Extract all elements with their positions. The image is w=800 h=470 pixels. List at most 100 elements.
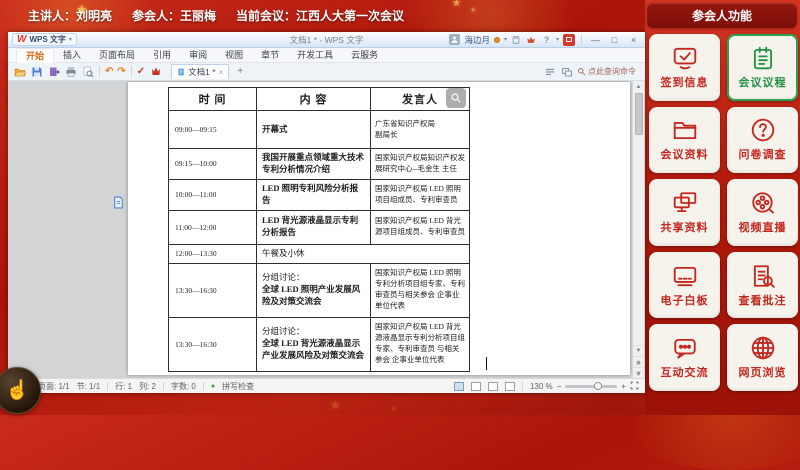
cell-speaker: 国家知识产权局 LED 照明项目组成员、专利审查员 — [371, 179, 470, 210]
menu-tab-6[interactable]: 章节 — [252, 48, 288, 62]
divider — [131, 66, 132, 77]
menu-tab-4[interactable]: 审阅 — [180, 48, 216, 62]
table-row: 09:15—10:00我国开展重点领域重大技术专利分析情况介绍国家知识产权局知识… — [169, 149, 470, 180]
menu-tab-7[interactable]: 开发工具 — [288, 48, 342, 62]
function-button-agenda[interactable]: 会议议程 — [727, 34, 798, 101]
restore-button[interactable]: □ — [607, 33, 622, 46]
web-icon — [750, 335, 776, 361]
vip-crown-icon[interactable] — [526, 34, 537, 45]
zoom-controls: 130 % − + — [530, 381, 639, 392]
chat-icon — [672, 335, 698, 361]
format-check-icon[interactable]: ✓ — [137, 65, 145, 78]
web-view-icon[interactable] — [488, 382, 498, 391]
scroll-up-button[interactable]: ▲ — [633, 81, 644, 92]
share-icon — [672, 190, 698, 216]
header-content: 内 容 — [257, 88, 371, 111]
agenda-table: 时 间 内 容 发言人 09:00—09:15开幕式广东省知识产权局 副局长09… — [168, 87, 470, 372]
agenda-icon — [750, 45, 776, 71]
user-avatar[interactable] — [449, 34, 460, 45]
comment-anchor-icon[interactable] — [112, 196, 125, 209]
participant-grid: 签到信息 会议议程会议资料问卷调查共享资料 视频直播电子白板查看批注互动交流网页浏览 — [649, 34, 798, 391]
zoom-slider[interactable] — [565, 385, 617, 388]
chevron-down-icon[interactable]: ▾ — [504, 36, 507, 43]
participant-label: 参会人：王丽梅 — [132, 7, 216, 24]
undo-icon[interactable]: ↶ — [105, 65, 113, 78]
menu-tab-8[interactable]: 云服务 — [342, 48, 387, 62]
previous-page-button[interactable] — [633, 356, 644, 367]
magnifier-overlay-button[interactable] — [446, 88, 466, 108]
document-tab[interactable]: 文档1 * × — [171, 64, 229, 79]
cell-time: 12:00—13:30 — [169, 244, 257, 263]
fullread-view-icon[interactable] — [505, 382, 515, 391]
participant-functions-header[interactable]: 参会人功能 — [647, 3, 797, 28]
gesture-pointer-button[interactable]: ☝ — [0, 367, 41, 414]
conference-top-bar: 主讲人：刘明亮 参会人：王丽梅 当前会议：江西人大第一次会议 — [0, 0, 646, 30]
fit-page-icon[interactable] — [630, 381, 639, 392]
speaker-label: 主讲人：刘明亮 — [28, 7, 112, 24]
page-count-label: 页面: 1/1 — [38, 381, 70, 392]
function-button-chat[interactable]: 互动交流 — [649, 324, 720, 391]
print-preview-icon[interactable] — [81, 65, 94, 78]
user-name-label[interactable]: 海边月 — [464, 34, 490, 46]
cell-speaker: 国家知识产权局知识产权发展研究中心--毛金生 主任 — [371, 149, 470, 180]
wps-logo-menu[interactable]: W WPS 文字 ▾ — [12, 33, 77, 46]
function-button-whiteboard[interactable]: 电子白板 — [649, 252, 720, 319]
next-page-button[interactable] — [633, 367, 644, 378]
table-row: 13:30—16:30分组讨论：全球 LED 背光源液晶显示产业发展风险及对策交… — [169, 317, 470, 371]
menu-tab-1[interactable]: 插入 — [54, 48, 90, 62]
save-icon[interactable] — [30, 65, 43, 78]
theme-switch-icon[interactable] — [563, 34, 575, 46]
tab-close-icon[interactable]: × — [219, 68, 224, 77]
spellcheck-label[interactable]: 拼写检查 — [222, 381, 254, 392]
header-time: 时 间 — [169, 88, 257, 111]
divider — [581, 35, 582, 45]
scroll-down-button[interactable]: ▼ — [633, 345, 644, 356]
outline-view-icon[interactable] — [471, 382, 481, 391]
help-icon[interactable]: ? — [541, 34, 552, 45]
function-button-label: 签到信息 — [661, 74, 709, 90]
document-tab-label: 文档1 * — [188, 66, 215, 78]
function-button-label: 共享资料 — [661, 219, 709, 235]
chevron-down-icon[interactable]: ▾ — [556, 36, 559, 43]
table-row: 10:00—11:00LED 照明专利风险分析报告国家知识产权局 LED 照明项… — [169, 179, 470, 210]
open-folder-icon[interactable] — [13, 65, 26, 78]
zoom-in-button[interactable]: + — [621, 382, 626, 391]
stamp-icon[interactable] — [149, 65, 162, 78]
function-button-video[interactable]: 视频直播 — [727, 179, 798, 246]
tab-list-icon[interactable] — [543, 65, 556, 78]
print-icon[interactable] — [64, 65, 77, 78]
hand-pointer-icon: ☝ — [6, 381, 30, 400]
menu-tab-3[interactable]: 引用 — [144, 48, 180, 62]
text-cursor — [486, 357, 487, 370]
close-button[interactable]: × — [626, 33, 641, 46]
zoom-out-button[interactable]: − — [557, 382, 562, 391]
scrollbar-thumb[interactable] — [635, 93, 643, 135]
vertical-scrollbar[interactable]: ▲ ▼ — [632, 81, 644, 378]
command-search[interactable]: 点此查询命令 — [577, 66, 640, 77]
function-button-check-in[interactable]: 签到信息 — [649, 34, 720, 101]
redo-icon[interactable]: ↷ — [117, 65, 125, 78]
function-button-web[interactable]: 网页浏览 — [727, 324, 798, 391]
export-icon[interactable] — [47, 65, 60, 78]
function-button-share[interactable]: 共享资料 — [649, 179, 720, 246]
skin-icon[interactable] — [511, 34, 522, 45]
switch-window-icon[interactable] — [560, 65, 573, 78]
notification-badge — [494, 37, 500, 43]
page-view-icon[interactable] — [454, 382, 464, 391]
function-button-materials[interactable]: 会议资料 — [649, 107, 720, 174]
table-row: 09:00—09:15开幕式广东省知识产权局 副局长 — [169, 111, 470, 149]
line-label: 行: 1 — [115, 381, 132, 392]
menu-tab-5[interactable]: 视图 — [216, 48, 252, 62]
function-button-survey[interactable]: 问卷调查 — [727, 107, 798, 174]
table-row: 11:00—12:00LED 背光源液晶显示专利分析报告国家知识产权局 LED … — [169, 210, 470, 244]
new-tab-button[interactable]: + — [233, 66, 247, 77]
minimize-button[interactable]: — — [588, 33, 603, 46]
menu-tab-2[interactable]: 页面布局 — [90, 48, 144, 62]
table-row: 12:00—13:30午餐及小休 — [169, 244, 470, 263]
document-area[interactable]: 时 间 内 容 发言人 09:00—09:15开幕式广东省知识产权局 副局长09… — [8, 81, 645, 378]
zoom-slider-handle[interactable] — [594, 382, 602, 390]
menu-tab-0[interactable]: 开始 — [16, 48, 54, 63]
document-page[interactable]: 时 间 内 容 发言人 09:00—09:15开幕式广东省知识产权局 副局长09… — [128, 82, 630, 375]
function-button-annotations[interactable]: 查看批注 — [727, 252, 798, 319]
zoom-level-label: 130 % — [530, 382, 553, 391]
